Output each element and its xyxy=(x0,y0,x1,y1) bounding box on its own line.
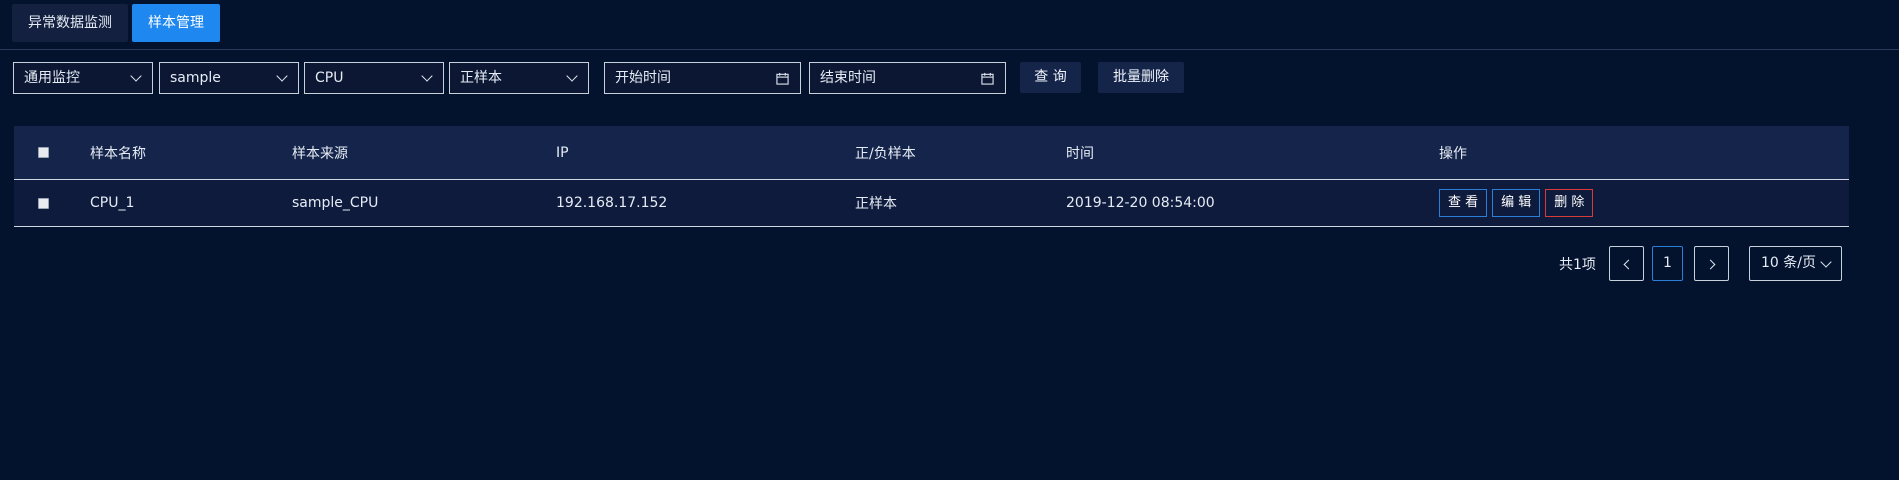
monitor-type-value: 通用监控 xyxy=(24,70,80,86)
prev-page-button[interactable] xyxy=(1609,246,1644,281)
end-time-placeholder: 结束时间 xyxy=(820,70,876,86)
sample-value: sample xyxy=(170,70,221,86)
header-sample-kind: 正/负样本 xyxy=(855,145,916,162)
query-button[interactable]: 查 询 xyxy=(1020,62,1081,93)
tab-anomaly-monitoring[interactable]: 异常数据监测 xyxy=(12,4,128,42)
select-all-checkbox[interactable] xyxy=(38,147,49,158)
delete-button[interactable]: 删 除 xyxy=(1545,189,1594,217)
total-count: 共1项 xyxy=(1559,257,1596,273)
row-select-cell xyxy=(38,180,49,226)
header-sample-source: 样本来源 xyxy=(292,145,348,162)
tab-divider xyxy=(0,49,1899,50)
page-size-select[interactable]: 10 条/页 xyxy=(1749,246,1842,281)
header-actions: 操作 xyxy=(1439,145,1467,162)
chevron-left-icon xyxy=(1623,259,1634,270)
table-row: CPU_1 sample_CPU 192.168.17.152 正样本 2019… xyxy=(14,180,1849,227)
header-ip: IP xyxy=(556,144,569,161)
page-number-1[interactable]: 1 xyxy=(1652,246,1683,281)
next-page-button[interactable] xyxy=(1694,246,1729,281)
sample-kind-select[interactable]: 正样本 xyxy=(449,62,589,94)
cell-ip: 192.168.17.152 xyxy=(556,195,668,211)
chevron-down-icon xyxy=(130,70,142,82)
row-checkbox[interactable] xyxy=(38,197,49,209)
sample-kind-value: 正样本 xyxy=(460,70,502,86)
header-sample-name: 样本名称 xyxy=(90,145,146,162)
monitor-type-select[interactable]: 通用监控 xyxy=(13,62,153,94)
end-time-input[interactable]: 结束时间 xyxy=(809,62,1006,94)
batch-delete-button[interactable]: 批量删除 xyxy=(1098,62,1184,93)
table-header: 样本名称 样本来源 IP 正/负样本 时间 操作 xyxy=(14,126,1849,180)
calendar-icon xyxy=(981,72,994,85)
sample-select[interactable]: sample xyxy=(159,62,299,94)
tab-bar: 异常数据监测 样本管理 xyxy=(12,4,224,44)
start-time-placeholder: 开始时间 xyxy=(615,70,671,86)
header-time: 时间 xyxy=(1066,145,1094,162)
page-size-value: 10 条/页 xyxy=(1761,255,1816,271)
chevron-down-icon xyxy=(1820,256,1832,268)
cell-sample-name: CPU_1 xyxy=(90,195,135,211)
cell-actions: 查 看 编 辑 删 除 xyxy=(1439,180,1598,226)
chevron-right-icon xyxy=(1705,259,1716,270)
chevron-down-icon xyxy=(276,70,288,82)
metric-select[interactable]: CPU xyxy=(304,62,444,94)
view-button[interactable]: 查 看 xyxy=(1439,189,1488,217)
chevron-down-icon xyxy=(566,70,578,82)
chevron-down-icon xyxy=(421,70,433,82)
metric-value: CPU xyxy=(315,70,344,86)
tab-sample-management[interactable]: 样本管理 xyxy=(132,4,220,42)
cell-sample-source: sample_CPU xyxy=(292,195,379,211)
cell-sample-kind: 正样本 xyxy=(855,196,897,212)
select-all-cell xyxy=(38,126,49,179)
edit-button[interactable]: 编 辑 xyxy=(1492,189,1541,217)
start-time-input[interactable]: 开始时间 xyxy=(604,62,801,94)
sample-table: 样本名称 样本来源 IP 正/负样本 时间 操作 CPU_1 sample_CP… xyxy=(14,126,1849,227)
calendar-icon xyxy=(776,72,789,85)
cell-time: 2019-12-20 08:54:00 xyxy=(1066,195,1215,211)
